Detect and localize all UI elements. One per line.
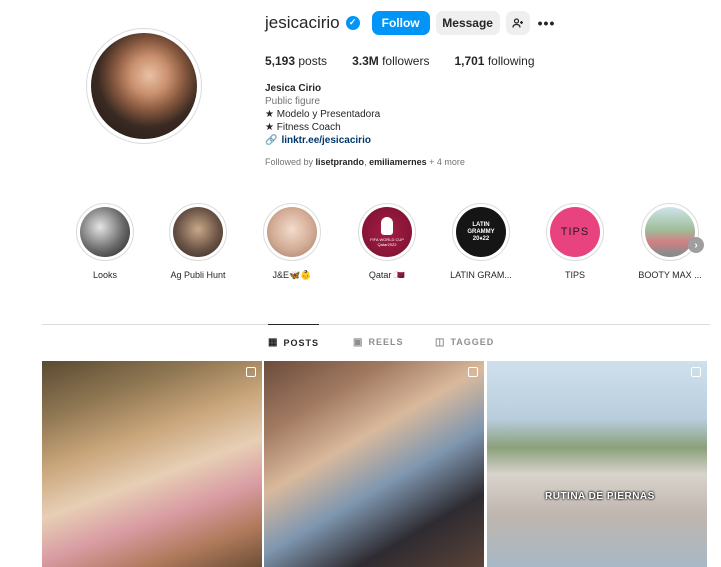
followers-stat[interactable]: 3.3M followers xyxy=(352,54,429,68)
followed-by-more: + 4 more xyxy=(429,157,465,167)
tab-tagged[interactable]: ◫ TAGGED xyxy=(435,324,494,360)
tagged-icon: ◫ xyxy=(435,336,446,348)
highlight-item[interactable]: Looks xyxy=(65,203,145,280)
highlight-ring xyxy=(641,203,699,261)
post-thumbnail[interactable]: RUTINA DE PIERNAS xyxy=(487,361,707,567)
followed-by-user-2: emiliamernes xyxy=(369,157,427,167)
reel-icon xyxy=(691,367,701,377)
highlight-label: LATIN GRAM... xyxy=(450,270,512,280)
post-caption: RUTINA DE PIERNAS xyxy=(545,491,655,502)
message-button[interactable]: Message xyxy=(435,10,500,35)
highlight-item[interactable]: J&E🦋👶 xyxy=(252,203,332,281)
post-thumbnail[interactable] xyxy=(264,361,484,567)
qatar-logo-text: FIFA WORLD CUP Qatar2022 xyxy=(370,237,404,247)
profile-stats: 5,193 posts 3.3M followers 1,701 followi… xyxy=(265,54,560,68)
add-person-icon[interactable] xyxy=(505,10,530,35)
following-label: following xyxy=(487,54,535,68)
highlight-image: LATIN GRAMMY 20♦22 xyxy=(456,207,506,257)
highlight-image: FIFA WORLD CUP Qatar2022 xyxy=(362,207,412,257)
chevron-right-icon[interactable]: › xyxy=(688,237,704,253)
tab-tagged-label: TAGGED xyxy=(450,337,495,347)
highlight-ring: TIPS xyxy=(546,203,604,261)
grid-icon: ▦ xyxy=(268,337,279,348)
bio-line-1: ★ Modelo y Presentadora xyxy=(265,109,381,120)
highlight-ring xyxy=(169,203,227,261)
highlight-ring xyxy=(76,203,134,261)
full-name: Jesica Cirio xyxy=(265,83,322,94)
profile-avatar[interactable] xyxy=(86,28,202,144)
highlight-image xyxy=(173,207,223,257)
bio-link[interactable]: 🔗 linktr.ee/jesicacirio xyxy=(265,134,380,147)
followed-by-user-1: lisetprando xyxy=(315,157,365,167)
multiple-posts-icon xyxy=(468,367,478,377)
tab-reels-label: REELS xyxy=(368,337,404,347)
highlight-image: TIPS xyxy=(550,207,600,257)
posts-label: posts xyxy=(298,54,328,68)
reels-icon: ▣ xyxy=(353,336,364,348)
verified-badge-icon: ✓ xyxy=(345,15,360,30)
highlight-item[interactable]: FIFA WORLD CUP Qatar2022 Qatar 🇶🇦 xyxy=(347,203,427,281)
profile-header: jesicacirio ✓ Follow Message ••• xyxy=(265,10,555,35)
highlight-label: Qatar 🇶🇦 xyxy=(368,270,406,280)
avatar-image xyxy=(91,33,197,139)
highlight-image xyxy=(267,207,317,257)
highlight-ring: LATIN GRAMMY 20♦22 xyxy=(452,203,510,261)
bio-link-text: linktr.ee/jesicacirio xyxy=(281,135,371,146)
highlight-ring: FIFA WORLD CUP Qatar2022 xyxy=(358,203,416,261)
profile-tabs: ▦ POSTS ▣ REELS ◫ TAGGED xyxy=(42,324,710,360)
tips-image-text: TIPS xyxy=(560,226,590,238)
username: jesicacirio xyxy=(265,12,340,32)
highlight-item[interactable]: LATIN GRAMMY 20♦22 LATIN GRAM... xyxy=(441,203,521,280)
link-icon: 🔗 xyxy=(265,135,278,146)
tab-reels[interactable]: ▣ REELS xyxy=(353,324,403,360)
highlight-image xyxy=(645,207,695,257)
followed-by-prefix: Followed by xyxy=(265,157,314,167)
highlight-image xyxy=(80,207,130,257)
multiple-posts-icon xyxy=(246,367,256,377)
story-highlights: Looks Ag Publi Hunt J&E🦋👶 FIFA WORLD CUP… xyxy=(65,203,715,293)
following-count: 1,701 xyxy=(454,54,485,68)
highlight-label: BOOTY MAX ... xyxy=(638,270,702,280)
followers-count: 3.3M xyxy=(352,54,379,68)
tab-posts-label: POSTS xyxy=(283,337,319,348)
posts-count: 5,193 xyxy=(265,54,296,68)
category: Public figure xyxy=(265,96,321,107)
highlight-item[interactable]: Ag Publi Hunt xyxy=(158,203,238,280)
highlight-label: Looks xyxy=(92,270,118,280)
highlight-ring xyxy=(263,203,321,261)
post-thumbnail[interactable] xyxy=(42,361,262,567)
bio-line-2: ★ Fitness Coach xyxy=(265,122,341,133)
posts-stat[interactable]: 5,193 posts xyxy=(265,54,327,68)
follow-button[interactable]: Follow xyxy=(371,10,430,35)
more-options-icon[interactable]: ••• xyxy=(538,15,556,31)
profile-bio: Jesica Cirio Public figure ★ Modelo y Pr… xyxy=(265,82,380,147)
tab-posts[interactable]: ▦ POSTS xyxy=(268,324,319,360)
world-cup-trophy-icon xyxy=(381,217,393,235)
followed-by[interactable]: Followed by lisetprando, emiliamernes + … xyxy=(265,157,465,167)
highlight-label: TIPS xyxy=(564,270,585,280)
followers-label: followers xyxy=(382,54,430,68)
following-stat[interactable]: 1,701 following xyxy=(454,54,534,68)
posts-grid: RUTINA DE PIERNAS xyxy=(42,361,708,567)
highlight-label: J&E🦋👶 xyxy=(272,270,312,280)
latin-grammy-logo-text: LATIN GRAMMY 20♦22 xyxy=(467,221,495,242)
highlight-label: Ag Publi Hunt xyxy=(170,270,226,280)
highlight-item[interactable]: TIPS TIPS xyxy=(535,203,615,280)
